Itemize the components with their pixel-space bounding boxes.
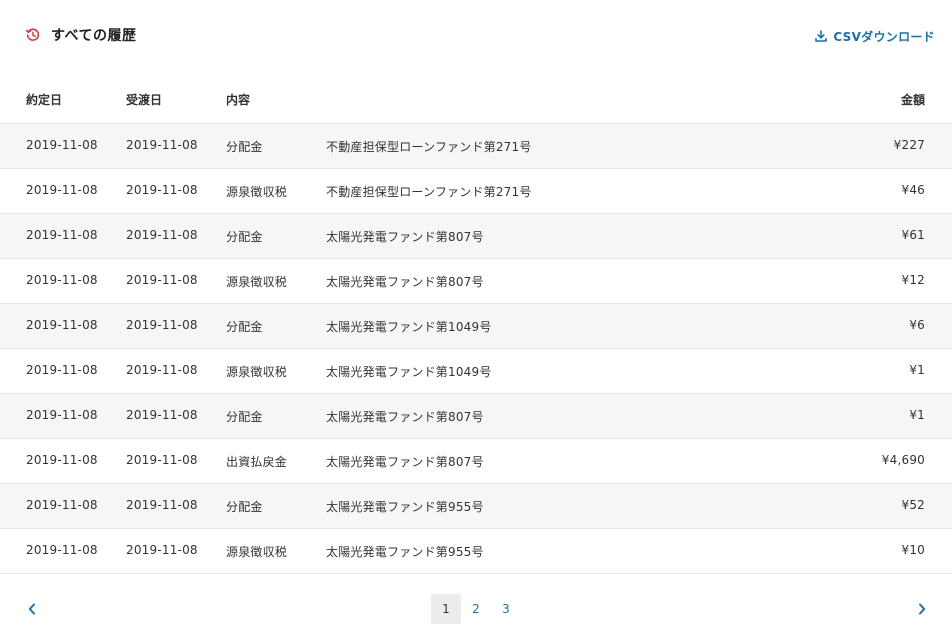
cell-ukewatashi-date: 2019-11-08 — [126, 138, 198, 152]
page-title: すべての履歴 — [51, 28, 137, 44]
cell-fund-name: 不動産担保型ローンファンド第271号 — [326, 140, 532, 154]
table-header: 約定日 受渡日 内容 金額 — [0, 76, 952, 124]
table-row: 2019-11-08 2019-11-08 源泉徴収税 太陽光発電ファンド第1049号… — [0, 349, 952, 394]
page-button-1[interactable]: 1 — [431, 594, 461, 624]
cell-yakujo-date: 2019-11-08 — [26, 498, 98, 512]
cell-naiyou: 分配金 — [226, 320, 263, 334]
cell-ukewatashi-date: 2019-11-08 — [126, 183, 198, 197]
cell-kingaku: ¥10 — [901, 543, 925, 557]
csv-download-button[interactable]: CSVダウンロード — [815, 26, 935, 46]
history-table: 約定日 受渡日 内容 金額 2019-11-08 2019-11-08 分配金 不動産… — [0, 76, 952, 574]
cell-fund-name: 太陽光発電ファンド第1049号 — [326, 320, 492, 334]
table-row: 2019-11-08 2019-11-08 源泉徴収税 不動産担保型ローンファンド第2… — [0, 169, 952, 214]
cell-kingaku: ¥227 — [893, 138, 925, 152]
page-header: すべての履歴 CSVダウンロード — [0, 0, 952, 72]
cell-naiyou: 分配金 — [226, 140, 263, 154]
table-row: 2019-11-08 2019-11-08 分配金 太陽光発電ファンド第807号 ¥1 — [0, 394, 952, 439]
history-clock-icon — [26, 28, 40, 41]
cell-fund-name: 太陽光発電ファンド第955号 — [326, 500, 484, 514]
pagination: 1 2 3 — [0, 594, 952, 624]
chevron-left-icon — [28, 603, 35, 615]
cell-ukewatashi-date: 2019-11-08 — [126, 543, 198, 557]
cell-kingaku: ¥1 — [909, 363, 925, 377]
cell-yakujo-date: 2019-11-08 — [26, 228, 98, 242]
table-row: 2019-11-08 2019-11-08 源泉徴収税 太陽光発電ファンド第955号 ¥… — [0, 529, 952, 574]
page-button-3[interactable]: 3 — [491, 594, 521, 624]
cell-ukewatashi-date: 2019-11-08 — [126, 498, 198, 512]
cell-fund-name: 太陽光発電ファンド第807号 — [326, 410, 484, 424]
cell-yakujo-date: 2019-11-08 — [26, 363, 98, 377]
cell-fund-name: 不動産担保型ローンファンド第271号 — [326, 185, 532, 199]
cell-fund-name: 太陽光発電ファンド第807号 — [326, 275, 484, 289]
chevron-right-icon — [919, 603, 926, 615]
cell-fund-name: 太陽光発電ファンド第807号 — [326, 230, 484, 244]
table-body: 2019-11-08 2019-11-08 分配金 不動産担保型ローンファンド第271… — [0, 124, 952, 574]
cell-kingaku: ¥4,690 — [881, 453, 925, 467]
cell-yakujo-date: 2019-11-08 — [26, 273, 98, 287]
cell-naiyou: 源泉徴収税 — [226, 365, 288, 379]
table-row: 2019-11-08 2019-11-08 分配金 太陽光発電ファンド第1049号 ¥6 — [0, 304, 952, 349]
column-header-kingaku: 金額 — [900, 93, 925, 107]
cell-kingaku: ¥46 — [901, 183, 925, 197]
cell-yakujo-date: 2019-11-08 — [26, 318, 98, 332]
table-row: 2019-11-08 2019-11-08 分配金 不動産担保型ローンファンド第271… — [0, 124, 952, 169]
cell-kingaku: ¥12 — [901, 273, 925, 287]
cell-kingaku: ¥1 — [909, 408, 925, 422]
cell-ukewatashi-date: 2019-11-08 — [126, 363, 198, 377]
page-numbers: 1 2 3 — [431, 594, 521, 624]
prev-page-button[interactable] — [22, 598, 42, 620]
cell-kingaku: ¥6 — [909, 318, 925, 332]
cell-naiyou: 分配金 — [226, 500, 263, 514]
cell-yakujo-date: 2019-11-08 — [26, 183, 98, 197]
column-header-yakujo: 約定日 — [26, 93, 63, 107]
cell-naiyou: 源泉徴収税 — [226, 185, 288, 199]
cell-yakujo-date: 2019-11-08 — [26, 408, 98, 422]
cell-fund-name: 太陽光発電ファンド第955号 — [326, 545, 484, 559]
cell-naiyou: 源泉徴収税 — [226, 545, 288, 559]
cell-naiyou: 分配金 — [226, 230, 263, 244]
next-page-button[interactable] — [912, 598, 932, 620]
table-row: 2019-11-08 2019-11-08 源泉徴収税 太陽光発電ファンド第807号 ¥… — [0, 259, 952, 304]
table-row: 2019-11-08 2019-11-08 分配金 太陽光発電ファンド第955号 ¥52 — [0, 484, 952, 529]
cell-naiyou: 分配金 — [226, 410, 263, 424]
cell-naiyou: 出資払戻金 — [226, 455, 288, 469]
cell-fund-name: 太陽光発電ファンド第807号 — [326, 455, 484, 469]
cell-kingaku: ¥52 — [901, 498, 925, 512]
table-row: 2019-11-08 2019-11-08 出資払戻金 太陽光発電ファンド第807号 ¥… — [0, 439, 952, 484]
cell-ukewatashi-date: 2019-11-08 — [126, 318, 198, 332]
column-header-ukewatashi: 受渡日 — [126, 93, 163, 107]
page-button-2[interactable]: 2 — [461, 594, 491, 624]
download-icon — [815, 30, 828, 42]
cell-kingaku: ¥61 — [901, 228, 925, 242]
cell-yakujo-date: 2019-11-08 — [26, 543, 98, 557]
csv-download-label: CSVダウンロード — [833, 29, 935, 44]
title-area: すべての履歴 — [26, 24, 136, 46]
cell-ukewatashi-date: 2019-11-08 — [126, 273, 198, 287]
column-header-naiyou: 内容 — [226, 93, 251, 107]
cell-naiyou: 源泉徴収税 — [226, 275, 288, 289]
cell-yakujo-date: 2019-11-08 — [26, 453, 98, 467]
cell-ukewatashi-date: 2019-11-08 — [126, 408, 198, 422]
cell-fund-name: 太陽光発電ファンド第1049号 — [326, 365, 492, 379]
cell-yakujo-date: 2019-11-08 — [26, 138, 98, 152]
table-row: 2019-11-08 2019-11-08 分配金 太陽光発電ファンド第807号 ¥61 — [0, 214, 952, 259]
cell-ukewatashi-date: 2019-11-08 — [126, 228, 198, 242]
cell-ukewatashi-date: 2019-11-08 — [126, 453, 198, 467]
